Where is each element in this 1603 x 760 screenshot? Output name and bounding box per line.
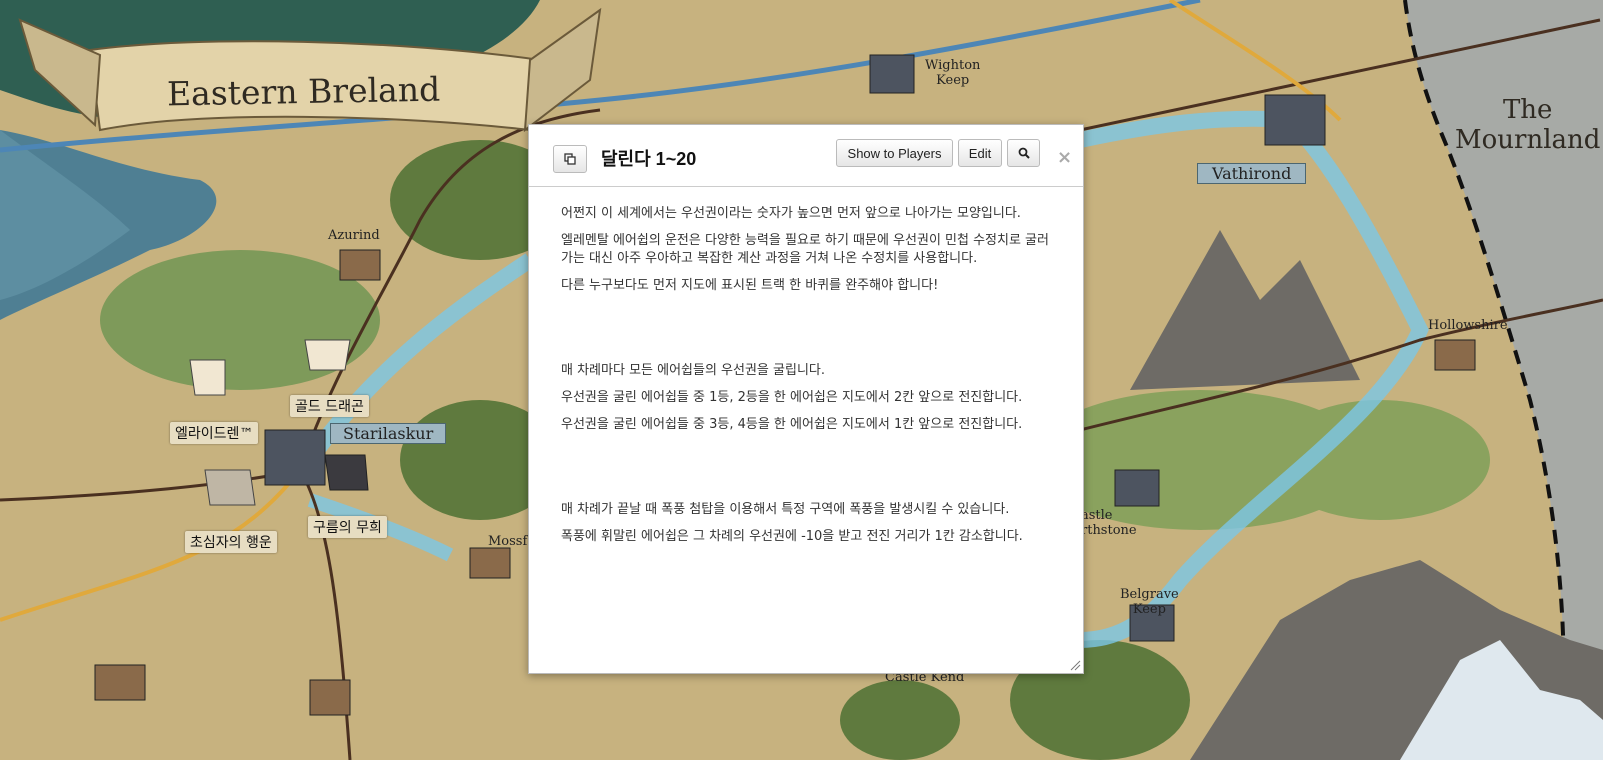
place-wighton-keep: Wighton Keep — [925, 58, 981, 88]
token-beginners-luck[interactable]: 초심자의 행운 — [185, 531, 277, 553]
paragraph: 우선권을 굴린 에어쉽들 중 1등, 2등을 한 에어쉽은 지도에서 2칸 앞으… — [561, 390, 1023, 405]
edit-button[interactable]: Edit — [958, 139, 1002, 167]
region-title: Eastern Breland — [166, 69, 441, 114]
token-elaidren[interactable]: 엘라이드렌™ — [170, 422, 259, 444]
place-castle-arthstone: astle rthstone — [1081, 508, 1137, 538]
search-button[interactable] — [1007, 139, 1040, 167]
place-vathirond: Vathirond — [1197, 163, 1307, 184]
paragraph: 우선권을 굴린 에어쉽들 중 3등, 4등을 한 에어쉽은 지도에서 1칸 앞으… — [561, 417, 1023, 432]
place-starilaskur: Starilaskur — [330, 423, 447, 444]
dialog-titlebar[interactable]: 달린다 1~20 Show to Players Edit × — [529, 125, 1083, 187]
popout-icon — [564, 153, 576, 165]
resize-handle-icon[interactable] — [1069, 659, 1081, 671]
close-button[interactable]: × — [1057, 147, 1072, 168]
mournland-label: The Mournland — [1455, 95, 1601, 155]
popout-button[interactable] — [553, 145, 587, 173]
place-hollowshire: Hollowshire — [1428, 318, 1508, 333]
paragraph: 엘레멘탈 에어쉽의 운전은 다양한 능력을 필요로 하기 때문에 우선권이 민첩… — [561, 233, 1049, 266]
show-to-players-button[interactable]: Show to Players — [836, 139, 953, 167]
place-azurind: Azurind — [328, 228, 380, 243]
token-cloud-dancer[interactable]: 구름의 무희 — [308, 516, 387, 538]
paragraph: 다른 누구보다도 먼저 지도에 표시된 트랙 한 바퀴를 완주해야 합니다! — [561, 278, 939, 293]
paragraph: 매 차례가 끝날 때 폭풍 첨탑을 이용해서 특정 구역에 폭풍을 발생시킬 수… — [561, 502, 1010, 517]
search-icon — [1018, 147, 1030, 159]
token-gold-dragon[interactable]: 골드 드래곤 — [290, 395, 369, 417]
paragraph: 어쩐지 이 세계에서는 우선권이라는 숫자가 높으면 먼저 앞으로 나아가는 모… — [561, 206, 1021, 221]
handout-dialog: 달린다 1~20 Show to Players Edit × 어쩐지 이 세계… — [528, 124, 1084, 674]
handout-content: 어쩐지 이 세계에서는 우선권이라는 숫자가 높으면 먼저 앞으로 나아가는 모… — [561, 205, 1051, 555]
paragraph: 폭풍에 휘말린 에어쉽은 그 차례의 우선권에 -10을 받고 전진 거리가 1… — [561, 529, 1023, 544]
paragraph: 매 차례마다 모든 에어쉽들의 우선권을 굴립니다. — [561, 363, 825, 378]
place-belgrave-keep: Belgrave Keep — [1120, 587, 1179, 617]
place-mossfield: Mossf — [488, 534, 528, 549]
dialog-title: 달린다 1~20 — [601, 149, 697, 169]
